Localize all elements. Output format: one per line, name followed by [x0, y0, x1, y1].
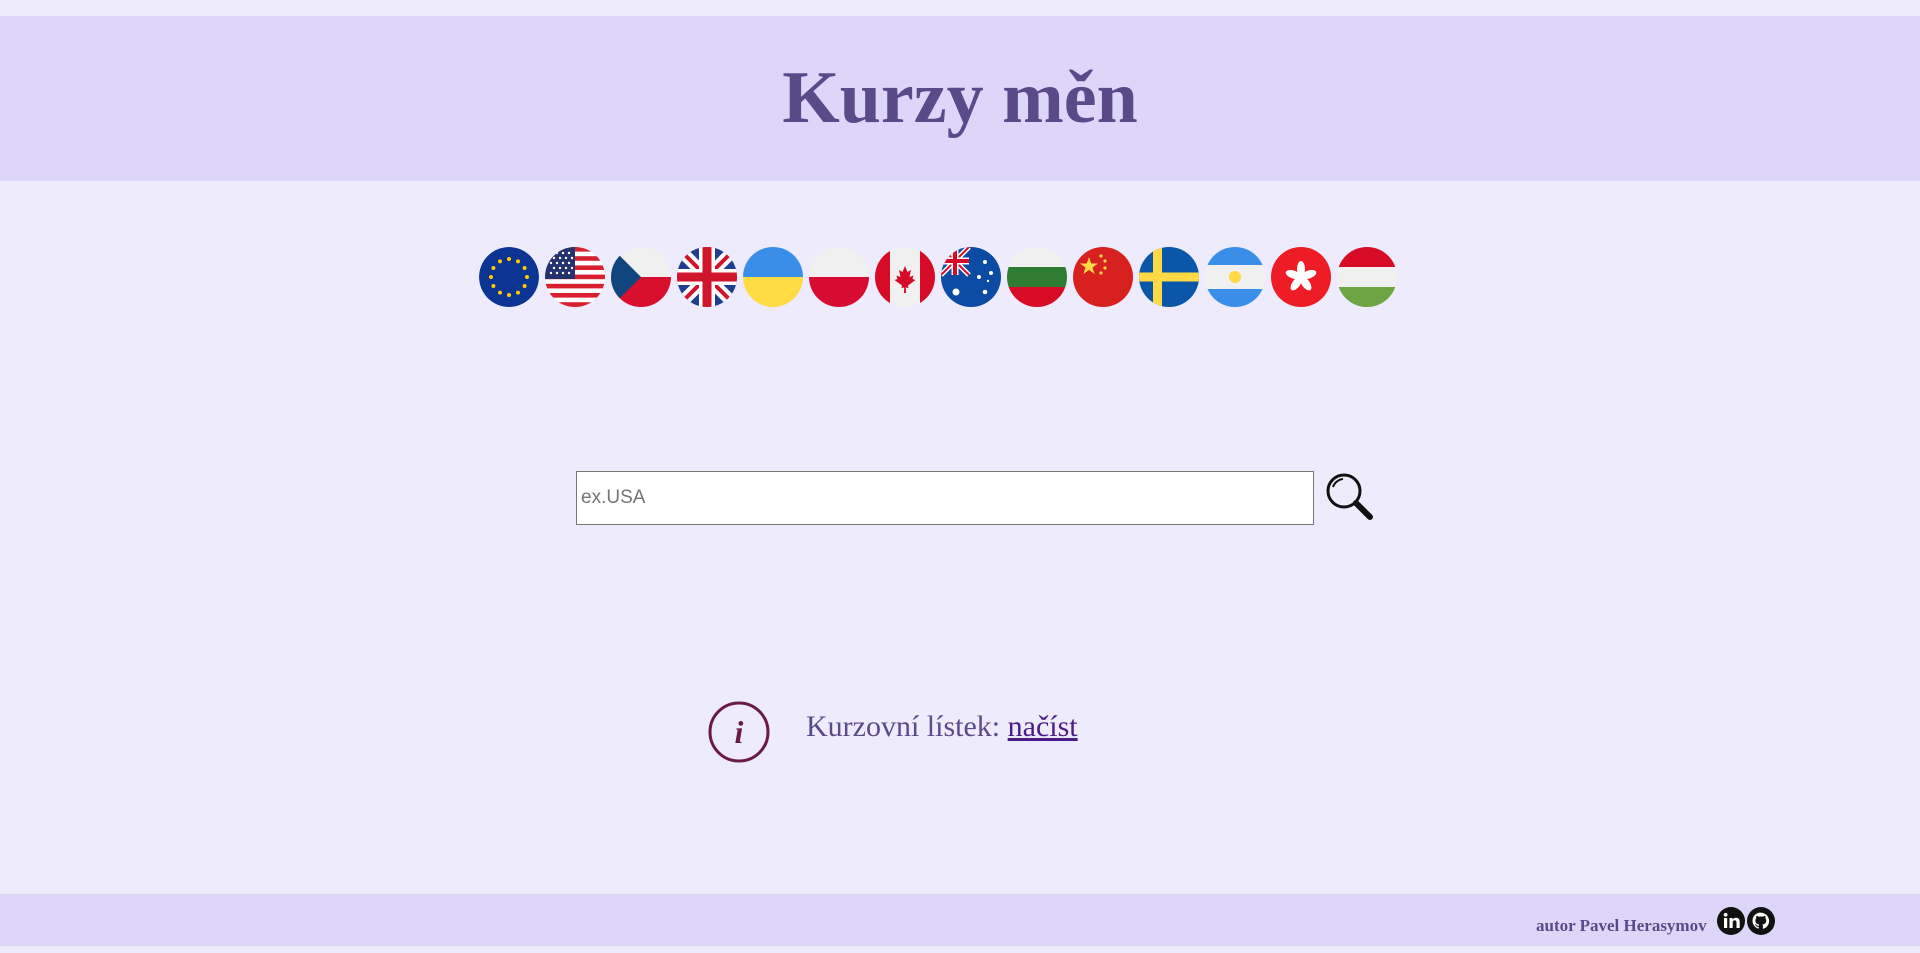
- flag-australia-icon[interactable]: [941, 247, 1001, 307]
- flag-usa-icon[interactable]: [545, 247, 605, 307]
- github-icon[interactable]: [1746, 906, 1776, 936]
- search-button[interactable]: [1323, 470, 1375, 522]
- page-title: Kurzy měn: [782, 57, 1138, 139]
- flag-czech-icon[interactable]: [611, 247, 671, 307]
- exchange-rates-line: Kurzovní lístek: načíst: [806, 710, 1078, 744]
- flag-china-icon[interactable]: [1073, 247, 1133, 307]
- author-credit: autor Pavel Herasymov: [1536, 916, 1707, 935]
- search-input[interactable]: [576, 471, 1314, 525]
- flag-canada-icon[interactable]: [875, 247, 935, 307]
- flag-sweden-icon[interactable]: [1139, 247, 1199, 307]
- info-icon: i: [708, 701, 770, 763]
- flag-argentina-icon[interactable]: [1205, 247, 1265, 307]
- page-header: Kurzy měn: [0, 16, 1920, 181]
- exchange-rates-label: Kurzovní lístek:: [806, 710, 1008, 743]
- flag-ukraine-icon[interactable]: [743, 247, 803, 307]
- search-icon: [1326, 473, 1373, 520]
- currency-flags: [479, 247, 1397, 307]
- linkedin-icon[interactable]: [1716, 906, 1746, 936]
- flag-hungary-icon[interactable]: [1337, 247, 1397, 307]
- flag-bulgaria-icon[interactable]: [1007, 247, 1067, 307]
- flag-hongkong-icon[interactable]: [1271, 247, 1331, 307]
- svg-text:i: i: [735, 714, 744, 750]
- flag-poland-icon[interactable]: [809, 247, 869, 307]
- page-footer: autor Pavel Herasymov: [0, 894, 1920, 946]
- flag-uk-icon[interactable]: [677, 247, 737, 307]
- flag-eu-icon[interactable]: [479, 247, 539, 307]
- load-rates-link[interactable]: načíst: [1008, 710, 1078, 743]
